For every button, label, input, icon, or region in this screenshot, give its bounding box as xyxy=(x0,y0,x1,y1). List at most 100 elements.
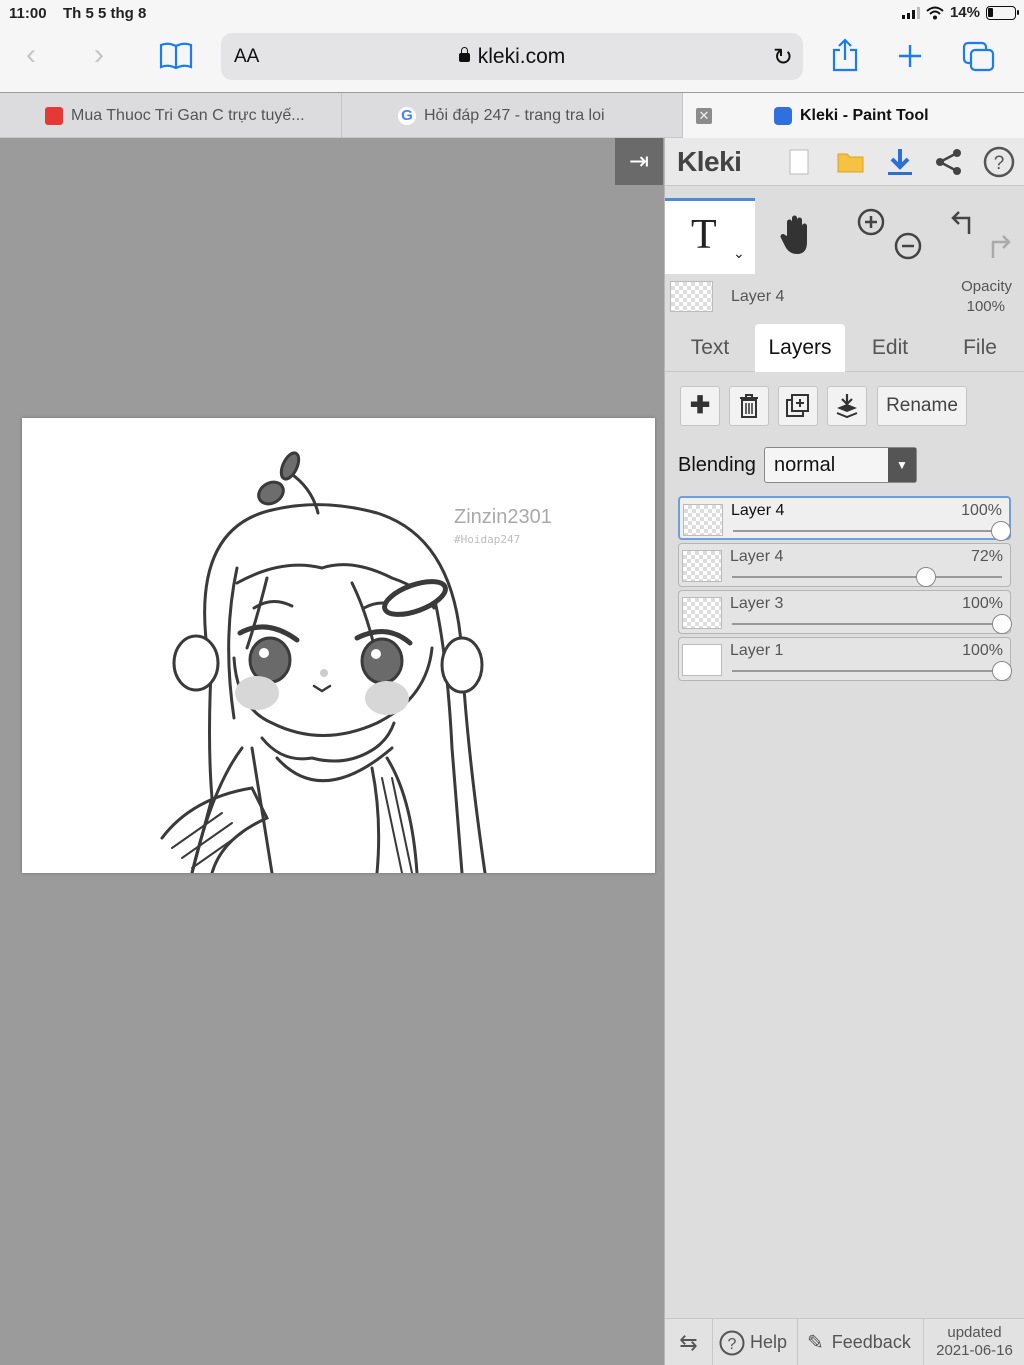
rename-layer-button[interactable]: Rename xyxy=(877,386,967,426)
duplicate-layer-button[interactable] xyxy=(778,386,818,426)
history-tool-group xyxy=(933,198,1024,274)
status-bar: 11:00 Th 5 5 thg 8 14% xyxy=(0,0,1024,26)
open-folder-icon[interactable] xyxy=(837,150,865,174)
undo-icon[interactable] xyxy=(949,208,977,236)
lock-icon xyxy=(458,47,470,62)
tab-layers[interactable]: Layers xyxy=(755,324,845,372)
share-icon[interactable] xyxy=(830,38,860,72)
updated-label: updated xyxy=(947,1324,1002,1341)
layer-name: Layer 3 xyxy=(730,595,784,612)
watermark-subtext: #Hoidap247 xyxy=(454,533,521,546)
share-app-icon[interactable] xyxy=(935,148,963,176)
slider-knob[interactable] xyxy=(992,661,1012,681)
trash-icon xyxy=(740,394,758,418)
delete-layer-button[interactable] xyxy=(729,386,769,426)
status-indicators: 14% xyxy=(901,4,1019,21)
layer-opacity-slider[interactable] xyxy=(732,614,1012,634)
battery-percent: 14% xyxy=(949,4,980,21)
cellular-signal-icon xyxy=(901,6,920,19)
tab-file[interactable]: File xyxy=(935,324,1024,372)
tab-text[interactable]: Text xyxy=(665,324,755,372)
feedback-label: Feedback xyxy=(831,1332,911,1352)
drawing-canvas[interactable]: Zinzin2301 #Hoidap247 xyxy=(22,418,655,873)
google-favicon-icon: G xyxy=(398,106,416,125)
slider-knob[interactable] xyxy=(991,521,1011,541)
forward-icon[interactable]: › xyxy=(94,40,104,70)
new-image-icon[interactable] xyxy=(789,149,809,175)
redo-icon[interactable] xyxy=(985,232,1013,260)
layer-row[interactable]: Layer 4 72% xyxy=(678,543,1011,587)
panel-tabs: Text Layers Edit File xyxy=(665,324,1024,372)
tool-row: T ⌄ xyxy=(665,198,1024,274)
browser-tab-pharmacy[interactable]: Mua Thuoc Tri Gan C trực tuyế... xyxy=(0,93,342,138)
slider-knob[interactable] xyxy=(992,614,1012,634)
layer-row[interactable]: Layer 4 100% xyxy=(678,496,1011,541)
kleki-logo[interactable]: Kleki xyxy=(677,146,742,178)
svg-text:?: ? xyxy=(994,153,1005,174)
zoom-in-icon[interactable] xyxy=(857,208,885,236)
browser-tab-hoidap[interactable]: G Hỏi đáp 247 - trang tra loi xyxy=(342,93,683,138)
help-button[interactable]: ? Help xyxy=(713,1319,798,1365)
browser-tab-bar: Mua Thuoc Tri Gan C trực tuyế... G Hỏi đ… xyxy=(0,93,1024,138)
svg-text:?: ? xyxy=(728,1336,737,1353)
blending-select[interactable]: normal ▼ xyxy=(764,447,917,483)
help-app-icon[interactable]: ? xyxy=(983,146,1015,178)
layer-opacity: 100% xyxy=(961,502,1002,519)
reload-icon[interactable]: ↻ xyxy=(773,43,793,72)
zoom-out-icon[interactable] xyxy=(894,232,922,260)
layer-name: Layer 1 xyxy=(730,642,784,659)
layer-thumbnail xyxy=(682,597,722,629)
chevron-down-icon[interactable]: ⌄ xyxy=(733,245,745,262)
add-layer-button[interactable]: ✚ xyxy=(680,386,720,426)
layer-row[interactable]: Layer 1 100% xyxy=(678,637,1012,681)
blending-value: normal xyxy=(774,454,836,476)
shop-favicon-icon xyxy=(45,106,63,125)
back-icon[interactable]: ‹ xyxy=(26,40,36,70)
current-layer-thumbnail xyxy=(670,281,713,312)
layer-thumbnail xyxy=(682,550,722,582)
opacity-value: 100% xyxy=(966,298,1005,315)
url-display[interactable]: kleki.com xyxy=(221,45,803,69)
browser-tab-label: Hỏi đáp 247 - trang tra loi xyxy=(424,106,605,124)
zoom-tool-group xyxy=(843,198,933,274)
tabs-overview-icon[interactable] xyxy=(962,41,996,73)
browser-tab-label: Mua Thuoc Tri Gan C trực tuyế... xyxy=(71,106,305,124)
kleki-favicon-icon xyxy=(774,106,792,125)
help-label: Help xyxy=(750,1332,788,1352)
download-icon[interactable] xyxy=(887,147,913,177)
layer-opacity: 72% xyxy=(970,548,1003,565)
layer-opacity-slider[interactable] xyxy=(732,567,1002,587)
battery-icon xyxy=(986,5,1019,20)
slider-knob[interactable] xyxy=(916,567,937,587)
new-tab-icon[interactable] xyxy=(897,43,923,69)
artwork-image xyxy=(160,451,487,873)
layer-opacity-slider[interactable] xyxy=(732,661,1012,681)
layer-action-buttons: ✚ Rename xyxy=(665,386,1024,428)
watermark-text: Zinzin2301 xyxy=(454,506,552,528)
hand-icon xyxy=(780,215,807,254)
updated-date: 2021-06-16 xyxy=(936,1342,1013,1359)
plus-icon: ✚ xyxy=(689,392,711,419)
swap-side-icon[interactable]: ⇆ xyxy=(665,1319,713,1365)
status-date: Th 5 5 thg 8 xyxy=(63,5,147,22)
tab-edit[interactable]: Edit xyxy=(845,324,935,372)
duplicate-icon xyxy=(786,394,809,417)
hand-tool-button[interactable] xyxy=(755,198,843,274)
layer-opacity-slider[interactable] xyxy=(733,521,1011,541)
text-tool-button[interactable]: T ⌄ xyxy=(665,198,755,274)
merge-layer-button[interactable] xyxy=(827,386,867,426)
close-tab-icon[interactable]: ✕ xyxy=(696,108,712,124)
layer-opacity: 100% xyxy=(962,642,1003,659)
collapse-panel-icon[interactable]: ⇥ xyxy=(615,138,663,185)
feedback-button[interactable]: ✎ Feedback xyxy=(798,1319,924,1365)
dropdown-arrow-icon: ▼ xyxy=(888,448,916,482)
merge-down-icon xyxy=(836,394,858,419)
address-bar[interactable]: AA kleki.com ↻ xyxy=(221,33,803,80)
bookmarks-icon[interactable] xyxy=(159,42,193,70)
browser-tab-kleki[interactable]: Kleki - Paint Tool xyxy=(683,93,1024,138)
updated-info[interactable]: updated 2021-06-16 xyxy=(924,1319,1024,1365)
text-tool-icon: T xyxy=(691,212,717,258)
blending-label: Blending xyxy=(678,454,756,476)
help-icon: ? xyxy=(719,1330,745,1355)
layer-row[interactable]: Layer 3 100% xyxy=(678,590,1012,634)
